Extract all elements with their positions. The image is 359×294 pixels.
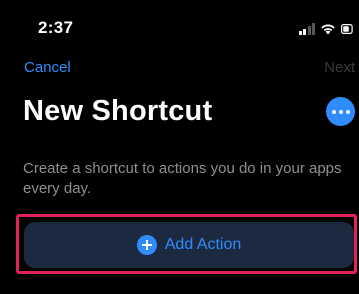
status-time: 2:37 [38,18,74,37]
wifi-icon [321,24,335,35]
signal-icon [298,23,315,35]
add-action-button[interactable]: Add Action [24,222,354,268]
battery-icon [341,24,353,35]
cancel-button[interactable]: Cancel [24,59,71,76]
add-action-label: Add Action [164,236,242,253]
status-bar: 2:37 [0,0,359,50]
next-button: Next [324,59,355,76]
page-title: New Shortcut [23,95,213,127]
more-options-button[interactable] [326,97,355,126]
status-icons [298,21,354,35]
description-text: Create a shortcut to actions you do in y… [23,160,342,197]
plus-circle-icon [136,235,157,255]
ellipsis-icon [331,109,336,114]
nav-bar: Cancel Next [0,52,359,82]
